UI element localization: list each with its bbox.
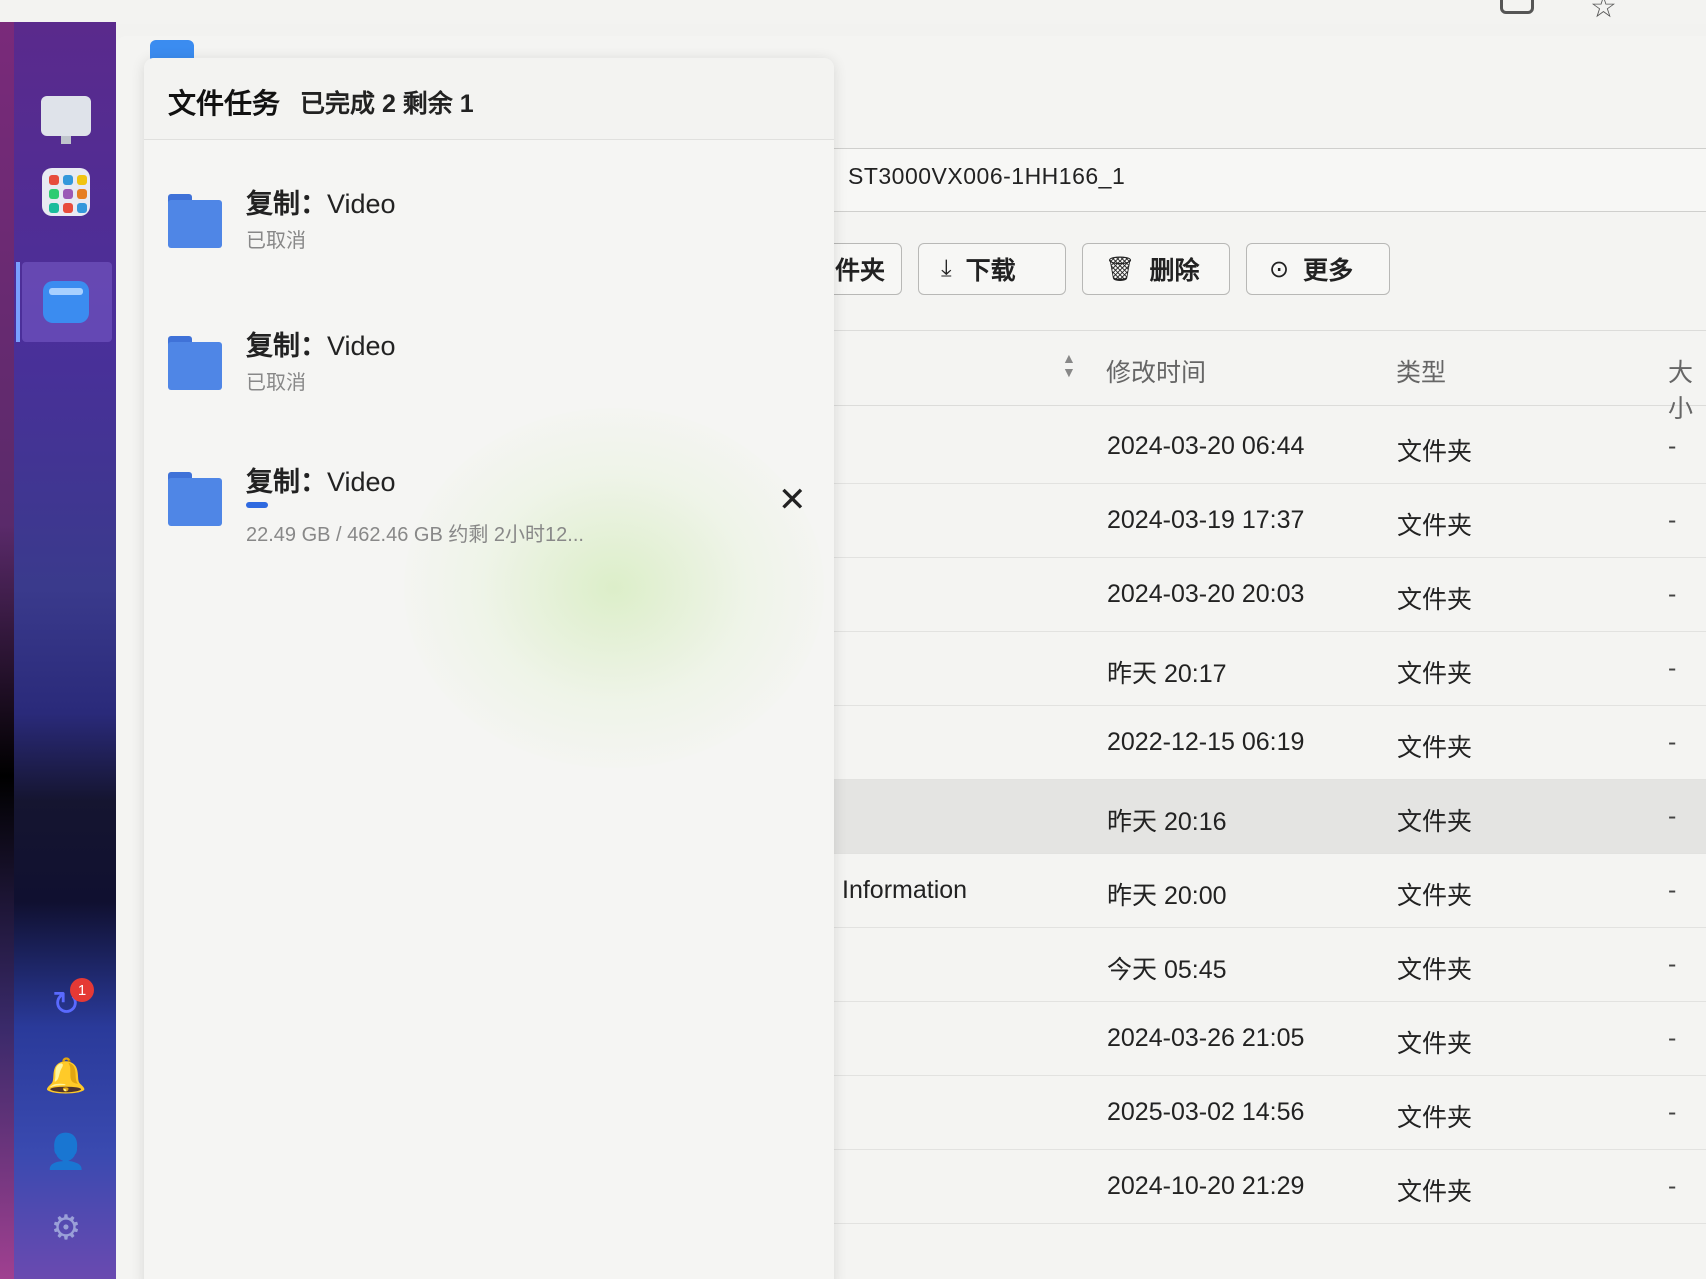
table-row[interactable]: 昨天 20:17 文件夹 - xyxy=(800,632,1706,706)
trash-icon: 🗑 xyxy=(1105,255,1136,283)
cell-type: 文件夹 xyxy=(1397,438,1473,466)
table-row[interactable]: Information 昨天 20:00 文件夹 - xyxy=(800,854,1706,928)
task-item[interactable]: 复制：Video 已取消 xyxy=(168,318,808,418)
task-title: 复制：Video xyxy=(246,467,396,497)
panel-title: 文件任务 xyxy=(168,88,281,119)
cell-time: 2024-03-26 21:05 xyxy=(1107,1024,1305,1052)
folder-icon xyxy=(168,194,222,248)
panel-status: 已完成 2 剩余 1 xyxy=(300,90,474,118)
cell-size: - xyxy=(1668,876,1677,904)
table-row[interactable]: 2024-10-20 21:29 文件夹 - xyxy=(800,1150,1706,1224)
path-text: ST3000VX006-1HH166_1 xyxy=(848,163,1126,189)
cell-type: 文件夹 xyxy=(1397,956,1473,984)
cell-type: 文件夹 xyxy=(1397,586,1473,614)
monitor-icon[interactable] xyxy=(38,88,94,144)
task-title: 复制：Video xyxy=(246,331,396,361)
cell-type: 文件夹 xyxy=(1397,1030,1473,1058)
task-status: 已取消 xyxy=(246,230,306,252)
task-progress-text: 22.49 GB / 462.46 GB 约剩 2小时12... xyxy=(246,524,584,546)
table-row[interactable]: 2024-03-20 20:03 文件夹 - xyxy=(800,558,1706,632)
user-icon[interactable]: 👤 xyxy=(38,1124,94,1180)
close-icon[interactable]: ✕ xyxy=(778,480,807,520)
table-header: ▲ ▼ 修改时间 类型 大小 xyxy=(800,330,1706,423)
table-row[interactable]: 2022-12-15 06:19 文件夹 - xyxy=(800,706,1706,780)
more-label: 更多 xyxy=(1303,257,1354,285)
cell-size: - xyxy=(1668,802,1677,830)
more-icon: ⊙ xyxy=(1269,255,1290,283)
gear-icon[interactable]: ⚙ xyxy=(38,1200,94,1256)
dock-active-indicator xyxy=(16,262,20,342)
screen: ☆ ↻ 1 🔔 👤 ⚙ ST3000VX006-1HH166_1 件夹 ⤓ 下载… xyxy=(0,0,1706,1279)
cell-size: - xyxy=(1668,654,1677,682)
notification-badge: 1 xyxy=(70,978,94,1002)
cell-type: 文件夹 xyxy=(1397,734,1473,762)
delete-label: 删除 xyxy=(1149,257,1200,285)
cell-name: Information xyxy=(842,876,968,904)
cell-time: 2025-03-02 14:56 xyxy=(1107,1098,1305,1126)
path-bar[interactable]: ST3000VX006-1HH166_1 xyxy=(700,148,1706,212)
cell-time: 2024-03-19 17:37 xyxy=(1107,506,1305,534)
header-modified[interactable]: 修改时间 xyxy=(1106,353,1206,389)
table-row[interactable]: 2024-03-20 06:44 文件夹 - xyxy=(800,410,1706,484)
table-row[interactable]: 2024-03-26 21:05 文件夹 - xyxy=(800,1002,1706,1076)
new-folder-label: 件夹 xyxy=(835,257,886,285)
cell-time: 昨天 20:17 xyxy=(1107,660,1227,688)
cell-size: - xyxy=(1668,950,1677,978)
cell-size: - xyxy=(1668,1098,1677,1126)
more-button[interactable]: ⊙ 更多 xyxy=(1246,243,1390,295)
cell-time: 2022-12-15 06:19 xyxy=(1107,728,1305,756)
cell-type: 文件夹 xyxy=(1397,1178,1473,1206)
cell-type: 文件夹 xyxy=(1397,660,1473,688)
task-status: 已取消 xyxy=(246,372,306,394)
file-tasks-panel: 文件任务 已完成 2 剩余 1 复制：Video 已取消 复制：Video 已取… xyxy=(144,58,834,1279)
header-type[interactable]: 类型 xyxy=(1396,353,1446,389)
cell-size: - xyxy=(1668,580,1677,608)
folder-icon xyxy=(168,472,222,526)
cell-type: 文件夹 xyxy=(1397,882,1473,910)
cell-size: - xyxy=(1668,1172,1677,1200)
cell-size: - xyxy=(1668,1024,1677,1052)
task-progress-bar xyxy=(246,502,706,508)
table-row[interactable]: 2024-03-19 17:37 文件夹 - xyxy=(800,484,1706,558)
file-manager-icon[interactable] xyxy=(38,274,94,330)
folder-icon xyxy=(168,336,222,390)
top-bar: ☆ xyxy=(0,0,1706,24)
cell-type: 文件夹 xyxy=(1397,512,1473,540)
cell-size: - xyxy=(1668,432,1677,460)
cell-time: 今天 05:45 xyxy=(1107,956,1227,984)
task-item-active[interactable]: 复制：Video 22.49 GB / 462.46 GB 约剩 2小时12..… xyxy=(168,454,808,554)
cell-time: 昨天 20:00 xyxy=(1107,882,1227,910)
download-icon: ⤓ xyxy=(941,255,952,282)
table-row[interactable]: 2025-03-02 14:56 文件夹 - xyxy=(800,1076,1706,1150)
star-icon[interactable]: ☆ xyxy=(1590,0,1624,24)
cell-time: 2024-10-20 21:29 xyxy=(1107,1172,1305,1200)
bell-icon[interactable]: 🔔 xyxy=(38,1048,94,1104)
table-row[interactable]: 今天 05:45 文件夹 - xyxy=(800,928,1706,1002)
cell-time: 昨天 20:16 xyxy=(1107,808,1227,836)
task-title: 复制：Video xyxy=(246,189,396,219)
cell-size: - xyxy=(1668,506,1677,534)
delete-button[interactable]: 🗑 删除 xyxy=(1082,243,1230,295)
table-row[interactable]: 昨天 20:16 文件夹 - xyxy=(800,780,1706,854)
cell-type: 文件夹 xyxy=(1397,808,1473,836)
cell-time: 2024-03-20 20:03 xyxy=(1107,580,1305,608)
cell-type: 文件夹 xyxy=(1397,1104,1473,1132)
panel-header: 文件任务 已完成 2 剩余 1 xyxy=(144,58,834,140)
app-center-icon[interactable] xyxy=(38,164,94,220)
cell-size: - xyxy=(1668,728,1677,756)
task-item[interactable]: 复制：Video 已取消 xyxy=(168,176,808,276)
download-button[interactable]: ⤓ 下载 xyxy=(918,243,1066,295)
window-icon[interactable] xyxy=(1500,0,1534,14)
sort-icon[interactable]: ▲ ▼ xyxy=(1062,351,1080,379)
download-label: 下载 xyxy=(965,257,1016,285)
cell-time: 2024-03-20 06:44 xyxy=(1107,432,1305,460)
dock-edge xyxy=(0,22,14,1279)
